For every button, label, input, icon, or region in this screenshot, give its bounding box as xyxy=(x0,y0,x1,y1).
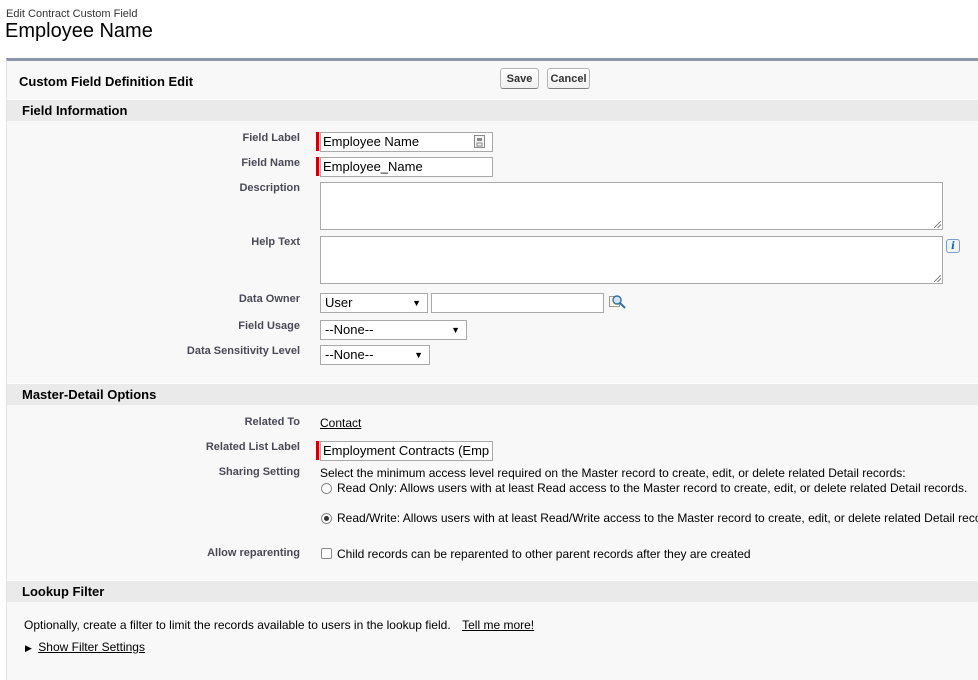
field-label-label: Field Label xyxy=(242,132,300,144)
chevron-down-icon: ▼ xyxy=(412,298,421,308)
field-name-label: Field Name xyxy=(241,157,300,169)
show-filter-settings-toggle[interactable]: ▶ Show Filter Settings xyxy=(25,640,145,654)
section-master-detail-options: Master-Detail Options xyxy=(7,383,978,405)
read-only-radio[interactable] xyxy=(321,483,332,494)
related-list-label-value: Employment Contracts (Emp xyxy=(323,443,490,458)
page-header: Edit Contract Custom Field Employee Name xyxy=(0,0,978,58)
sharing-setting-label: Sharing Setting xyxy=(218,466,300,478)
breadcrumb: Edit Contract Custom Field xyxy=(6,8,138,20)
field-name-input[interactable]: Employee_Name xyxy=(320,157,493,177)
data-owner-type-value: User xyxy=(325,295,353,310)
section-lookup-filter: Lookup Filter xyxy=(7,580,978,602)
data-owner-input[interactable] xyxy=(431,293,604,313)
field-name-value: Employee_Name xyxy=(323,159,423,174)
chevron-down-icon: ▼ xyxy=(451,325,460,335)
field-usage-select[interactable]: --None-- ▼ xyxy=(320,320,467,340)
save-button[interactable]: Save xyxy=(500,68,539,89)
tell-me-more-link[interactable]: Tell me more! xyxy=(462,618,534,632)
data-sensitivity-value: --None-- xyxy=(325,347,374,362)
related-list-label-input[interactable]: Employment Contracts (Emp xyxy=(320,441,493,461)
field-label-value: Employee Name xyxy=(323,134,420,149)
input-assist-icon[interactable] xyxy=(474,135,485,148)
data-owner-label: Data Owner xyxy=(238,293,300,305)
data-owner-type-select[interactable]: User ▼ xyxy=(320,293,428,313)
allow-reparenting-checkbox[interactable] xyxy=(321,548,332,559)
info-icon[interactable]: i xyxy=(946,239,960,253)
allow-reparenting-label: Allow reparenting xyxy=(207,547,300,559)
read-write-option-text: Read/Write: Allows users with at least R… xyxy=(337,511,978,525)
description-textarea[interactable] xyxy=(320,182,943,230)
field-usage-label: Field Usage xyxy=(238,320,300,332)
required-indicator xyxy=(316,157,319,176)
lookup-filter-description: Optionally, create a filter to limit the… xyxy=(24,618,534,632)
help-text-textarea[interactable] xyxy=(320,236,943,284)
panel-title: Custom Field Definition Edit xyxy=(19,74,194,89)
field-usage-value: --None-- xyxy=(325,322,374,337)
resize-grip-icon[interactable] xyxy=(934,275,941,282)
chevron-down-icon: ▼ xyxy=(414,350,423,360)
allow-reparenting-text: Child records can be reparented to other… xyxy=(337,547,751,561)
related-list-label-label: Related List Label xyxy=(205,441,300,453)
read-write-radio[interactable] xyxy=(321,513,332,524)
read-only-option-text: Read Only: Allows users with at least Re… xyxy=(337,481,968,495)
show-filter-settings-link[interactable]: Show Filter Settings xyxy=(38,640,145,654)
page-title: Employee Name xyxy=(5,20,153,42)
cancel-button[interactable]: Cancel xyxy=(547,68,590,89)
resize-grip-icon[interactable] xyxy=(934,221,941,228)
triangle-right-icon: ▶ xyxy=(25,643,32,653)
related-to-label: Related To xyxy=(244,416,300,428)
data-sensitivity-label: Data Sensitivity Level xyxy=(186,345,300,357)
related-to-link[interactable]: Contact xyxy=(320,416,361,430)
help-text-label: Help Text xyxy=(251,236,300,248)
field-label-input[interactable]: Employee Name xyxy=(320,132,493,152)
related-to-value: Contact xyxy=(320,416,362,430)
section-field-information: Field Information xyxy=(7,99,978,121)
data-sensitivity-select[interactable]: --None-- ▼ xyxy=(320,345,430,365)
lookup-filter-text: Optionally, create a filter to limit the… xyxy=(24,618,451,632)
required-indicator xyxy=(316,132,319,151)
description-label: Description xyxy=(239,182,300,194)
sharing-setting-intro: Select the minimum access level required… xyxy=(320,466,906,480)
lookup-icon[interactable] xyxy=(609,294,627,310)
required-indicator xyxy=(316,441,319,460)
